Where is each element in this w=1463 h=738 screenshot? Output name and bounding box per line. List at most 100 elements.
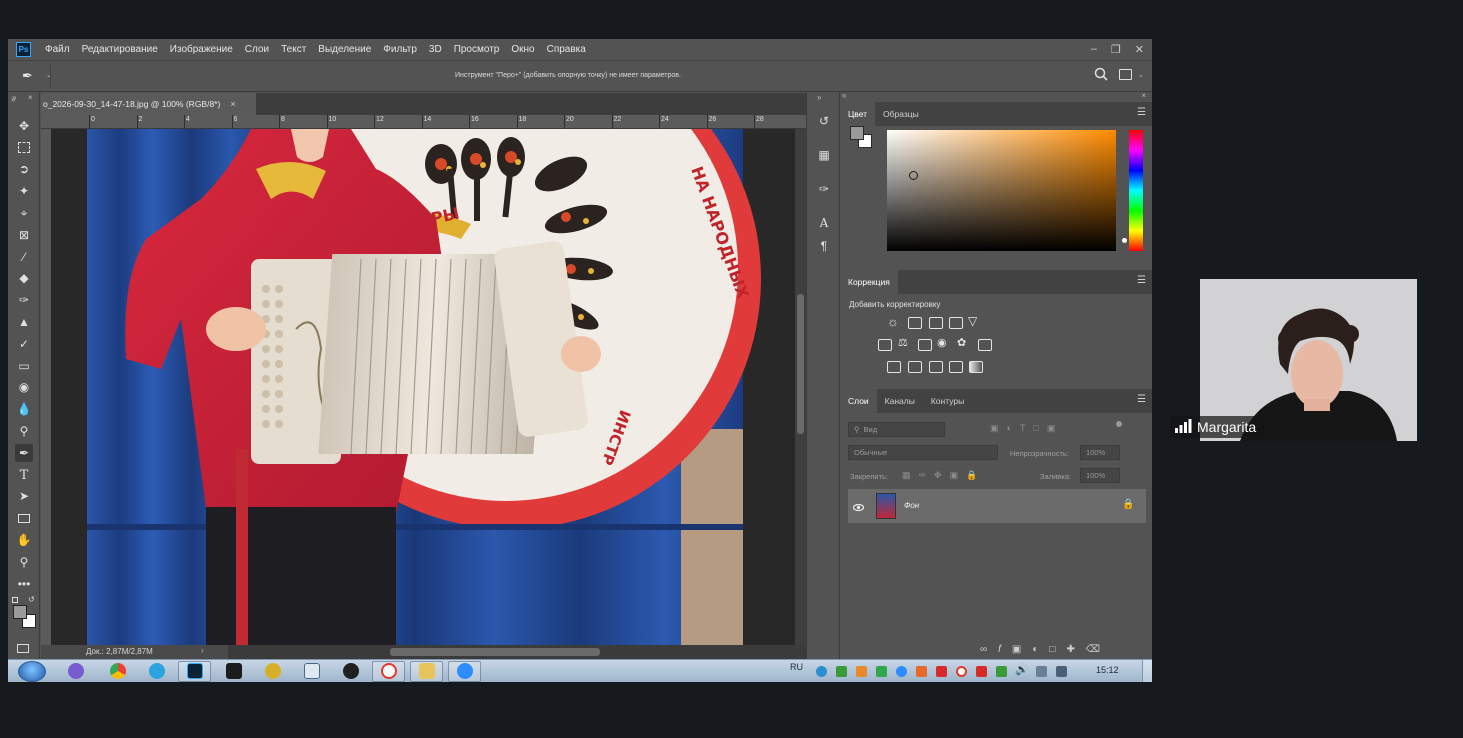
menu-help[interactable]: Справка xyxy=(541,44,592,55)
menu-image[interactable]: Изображение xyxy=(164,44,239,55)
tray-icon[interactable] xyxy=(816,666,827,677)
vertical-scrollbar[interactable] xyxy=(795,129,806,645)
eyedropper-icon[interactable]: ∕ xyxy=(15,248,33,266)
telegram-icon[interactable] xyxy=(149,663,165,679)
move-icon[interactable]: ✥ xyxy=(15,117,33,135)
menu-file[interactable]: Файл xyxy=(39,44,76,55)
horizontal-scrollbar[interactable] xyxy=(228,645,806,659)
scroll-thumb[interactable] xyxy=(390,648,600,656)
network-icon[interactable] xyxy=(1056,666,1067,677)
close-icon[interactable]: ✕ xyxy=(1135,43,1144,56)
threshold-icon[interactable] xyxy=(929,361,943,373)
fx-icon[interactable]: f xyxy=(998,644,1012,655)
color-picker-cursor[interactable] xyxy=(909,171,918,180)
bucket-icon[interactable]: ◉ xyxy=(15,378,33,396)
layer-row[interactable]: Фон 🔒 xyxy=(848,489,1146,523)
tray-icon[interactable] xyxy=(976,666,987,677)
menu-3d[interactable]: 3D xyxy=(423,44,448,55)
foreground-color-swatch[interactable] xyxy=(850,126,864,140)
invert-icon[interactable] xyxy=(887,361,901,373)
menu-window[interactable]: Окно xyxy=(505,44,540,55)
tab-color[interactable]: Цвет xyxy=(840,102,876,126)
folder-icon[interactable]: □ xyxy=(1049,644,1066,655)
tray-icon[interactable] xyxy=(856,666,867,677)
volume-icon[interactable]: 🔊 xyxy=(1015,663,1029,676)
type-icon[interactable]: T xyxy=(15,466,33,484)
menu-filter[interactable]: Фильтр xyxy=(377,44,423,55)
color-picker-field[interactable] xyxy=(887,130,1116,251)
layer-filter-input[interactable]: ⚲ Вид xyxy=(848,422,945,437)
stamp-icon[interactable]: ▲ xyxy=(15,313,33,331)
link-icon[interactable]: ∞ xyxy=(980,644,998,655)
vibrance-icon[interactable]: ▽ xyxy=(968,314,977,328)
minimize-icon[interactable]: – xyxy=(1091,43,1097,55)
black-white-icon[interactable] xyxy=(918,339,932,351)
tray-icon[interactable] xyxy=(876,666,887,677)
gradient-map-icon[interactable] xyxy=(969,361,983,373)
hue-slider[interactable] xyxy=(1129,130,1143,251)
tab-layers[interactable]: Слои xyxy=(840,389,877,413)
close-icon[interactable]: × xyxy=(1141,91,1146,100)
hue-saturation-icon[interactable] xyxy=(878,339,892,351)
app-icon[interactable] xyxy=(343,663,359,679)
layer-filter-icons[interactable]: ▣◐T□▣ xyxy=(990,423,1063,434)
panel-menu-icon[interactable]: ☰ xyxy=(1137,275,1146,286)
expand-icon[interactable]: » xyxy=(11,95,15,104)
menu-view[interactable]: Просмотр xyxy=(448,44,506,55)
search-icon[interactable] xyxy=(1094,67,1108,81)
close-icon[interactable]: × xyxy=(28,93,33,102)
app-icon[interactable] xyxy=(226,663,242,679)
opacity-input[interactable]: 100% xyxy=(1080,445,1120,460)
crop-icon[interactable]: ⌖ xyxy=(15,204,33,222)
foreground-color-swatch[interactable] xyxy=(13,605,27,619)
mask-icon[interactable]: ▣ xyxy=(1012,644,1032,655)
blend-mode-select[interactable]: Обычные xyxy=(848,445,998,460)
properties-icon[interactable]: ▦ xyxy=(816,147,832,163)
tray-icon[interactable] xyxy=(996,666,1007,677)
default-colors-icon[interactable] xyxy=(12,597,18,603)
canvas-area[interactable]: УЗОРЫ НА НАРОДНЫХ ИНСТР xyxy=(51,129,795,645)
blur-icon[interactable]: 💧 xyxy=(15,400,33,418)
swap-colors-icon[interactable]: ↺ xyxy=(28,595,35,604)
brush-icon[interactable]: ✑ xyxy=(15,291,33,309)
dodge-icon[interactable]: ⚲ xyxy=(15,422,33,440)
photo-filter-icon[interactable]: ◉ xyxy=(937,336,947,349)
collapse-icon[interactable]: « xyxy=(842,91,846,100)
history-icon[interactable]: ↺ xyxy=(816,113,832,129)
channel-mixer-icon[interactable]: ✿ xyxy=(957,336,966,349)
levels-icon[interactable] xyxy=(908,317,922,329)
healing-icon[interactable]: ◆ xyxy=(15,269,33,287)
tray-icon[interactable] xyxy=(1036,666,1047,677)
tray-icon[interactable] xyxy=(956,666,967,677)
frame-icon[interactable]: ⊠ xyxy=(15,226,33,244)
tray-icon[interactable] xyxy=(836,666,847,677)
eraser-icon[interactable]: ▭ xyxy=(15,357,33,375)
chevron-right-icon[interactable]: › xyxy=(201,646,204,655)
brightness-icon[interactable]: ☼ xyxy=(887,314,899,329)
chrome-icon[interactable] xyxy=(110,663,126,679)
start-button[interactable] xyxy=(18,661,46,682)
menu-layers[interactable]: Слои xyxy=(239,44,275,55)
app-icon[interactable] xyxy=(68,663,84,679)
tab-swatches[interactable]: Образцы xyxy=(875,102,927,126)
tray-icon[interactable] xyxy=(936,666,947,677)
quick-select-icon[interactable]: ✦ xyxy=(15,182,33,200)
close-icon[interactable]: × xyxy=(230,99,235,109)
exposure-icon[interactable] xyxy=(949,317,963,329)
tab-channels[interactable]: Каналы xyxy=(877,389,923,413)
tab-paths[interactable]: Контуры xyxy=(923,389,972,413)
path-select-icon[interactable]: ➤ xyxy=(15,487,33,505)
menu-type[interactable]: Текст xyxy=(275,44,312,55)
fill-input[interactable]: 100% xyxy=(1080,468,1120,483)
menu-select[interactable]: Выделение xyxy=(312,44,377,55)
hue-slider-handle[interactable] xyxy=(1122,238,1127,243)
new-layer-icon[interactable]: ✚ xyxy=(1066,644,1085,655)
panel-menu-icon[interactable]: ☰ xyxy=(1137,394,1146,405)
color-balance-icon[interactable]: ⚖ xyxy=(898,336,908,349)
tray-icon[interactable] xyxy=(896,666,907,677)
rectangle-icon[interactable] xyxy=(15,509,33,527)
color-lookup-icon[interactable] xyxy=(978,339,992,351)
panel-menu-icon[interactable]: ☰ xyxy=(1137,107,1146,118)
language-indicator[interactable]: RU xyxy=(790,662,803,672)
workspace-icon[interactable] xyxy=(1119,69,1132,80)
